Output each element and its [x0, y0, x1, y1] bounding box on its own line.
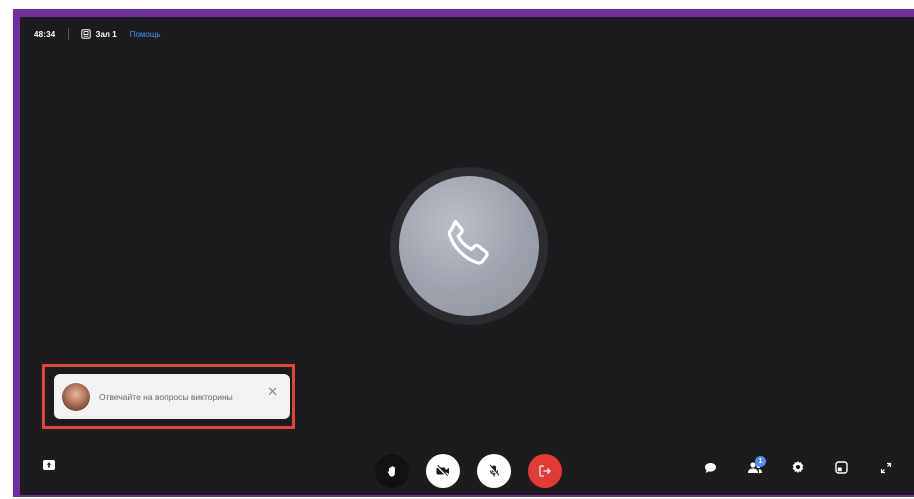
layout-button[interactable] — [835, 461, 848, 474]
settings-button[interactable] — [791, 460, 805, 474]
fullscreen-icon — [880, 462, 892, 474]
call-avatar — [399, 176, 539, 316]
room-label: Зал 1 — [95, 29, 117, 39]
camera-toggle-button[interactable] — [426, 454, 460, 488]
room-indicator[interactable]: Зал 1 — [81, 29, 117, 39]
help-link[interactable]: Помощь — [130, 30, 161, 39]
participants-count-badge: 1 — [755, 456, 766, 467]
leave-call-button[interactable] — [528, 454, 562, 488]
avatar — [62, 382, 90, 411]
fullscreen-button[interactable] — [880, 462, 892, 474]
share-screen-button[interactable] — [43, 460, 55, 470]
camera-off-icon — [436, 464, 449, 478]
phone-icon — [447, 219, 489, 265]
chat-icon — [704, 463, 716, 473]
mic-off-icon — [488, 464, 500, 477]
call-timer: 48:34 — [34, 29, 56, 39]
chat-button[interactable] — [703, 461, 717, 475]
raise-hand-button[interactable] — [375, 454, 409, 488]
upload-icon — [46, 462, 52, 468]
top-bar: 48:34 Зал 1 Помощь — [34, 27, 161, 41]
raise-hand-icon — [387, 465, 395, 477]
divider — [68, 28, 70, 40]
layout-icon — [835, 461, 848, 474]
notification-toast: Отвечайте на вопросы викторины ✕ — [54, 374, 290, 419]
room-icon — [81, 29, 92, 39]
notification-text: Отвечайте на вопросы викторины — [99, 391, 233, 402]
leave-icon — [539, 465, 551, 477]
participants-button[interactable]: 1 — [747, 456, 766, 474]
video-call-screen: 48:34 Зал 1 Помощь Отвечайте на вопросы … — [20, 17, 914, 495]
close-icon[interactable]: ✕ — [267, 385, 278, 398]
microphone-toggle-button[interactable] — [477, 454, 511, 488]
gear-icon — [792, 461, 804, 473]
